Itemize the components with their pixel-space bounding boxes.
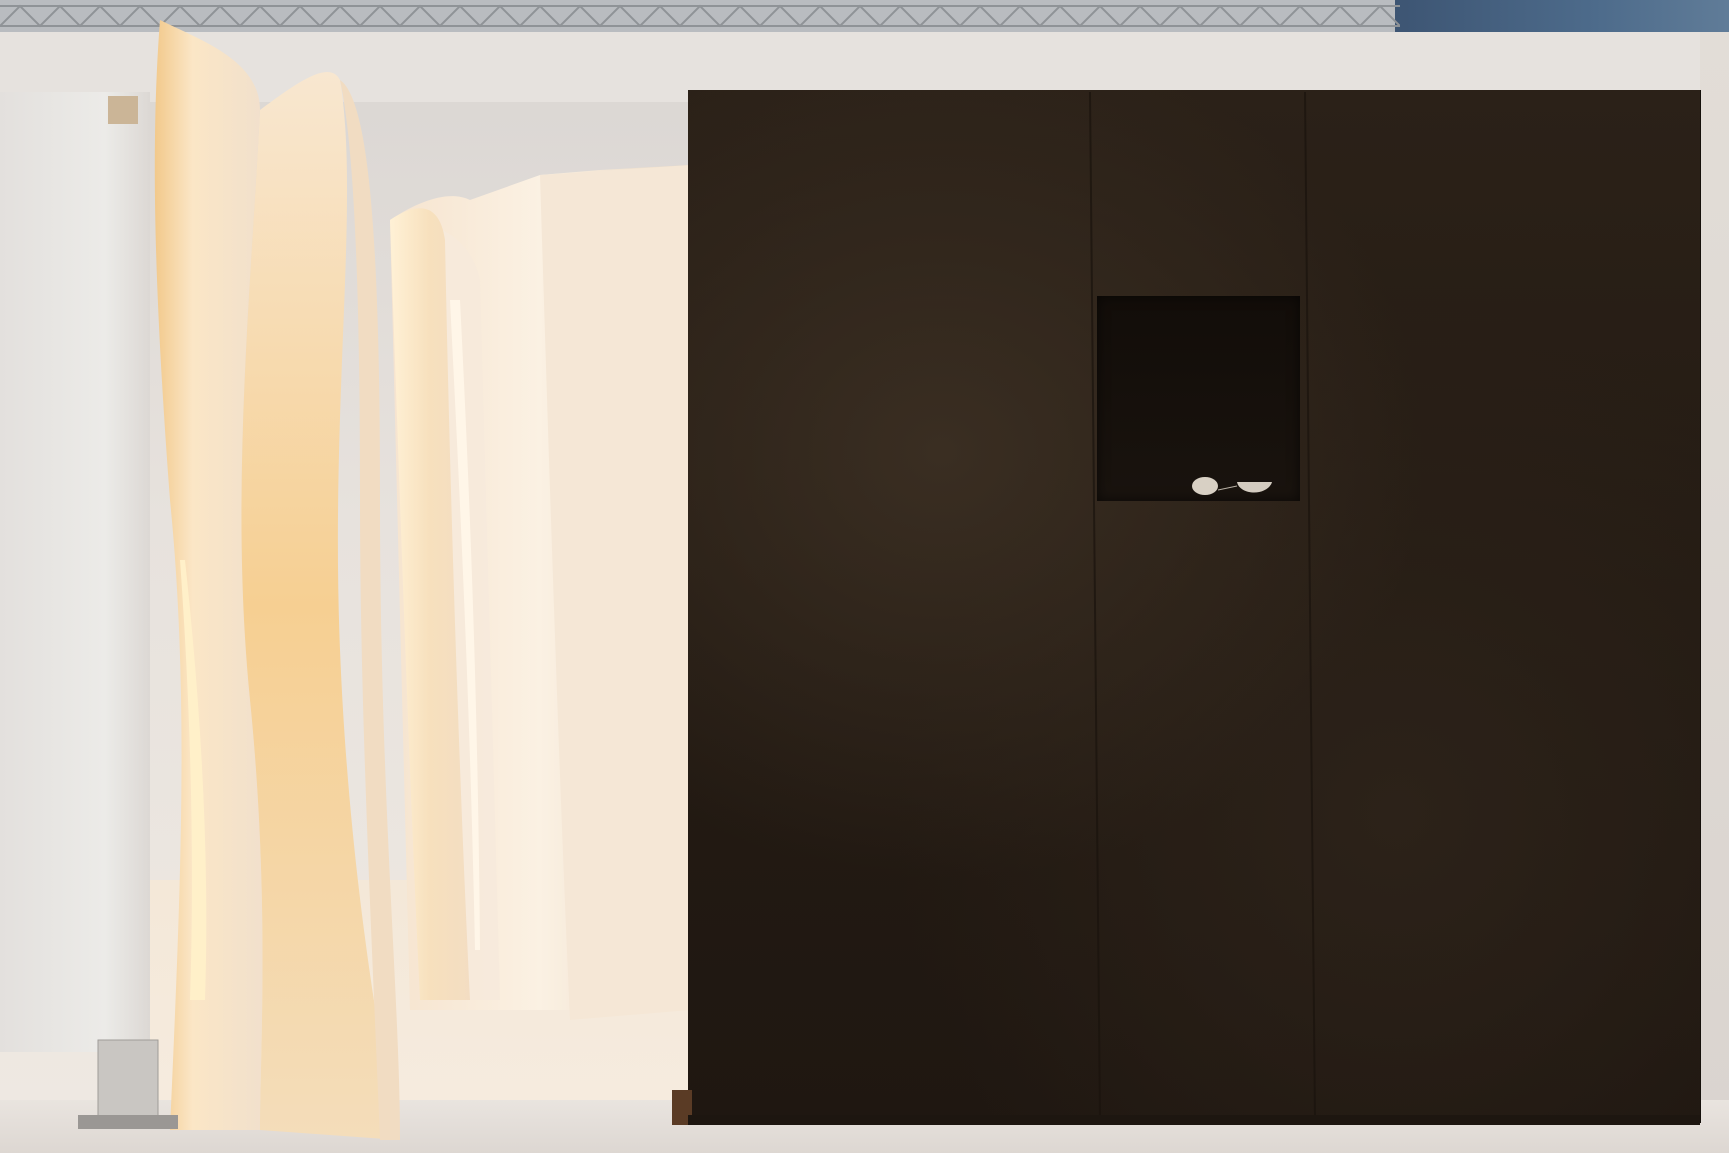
black-box-seams: [672, 91, 1700, 1125]
box-base-bottom: [688, 1115, 1700, 1125]
exhibition-scene: [0, 0, 1729, 1153]
